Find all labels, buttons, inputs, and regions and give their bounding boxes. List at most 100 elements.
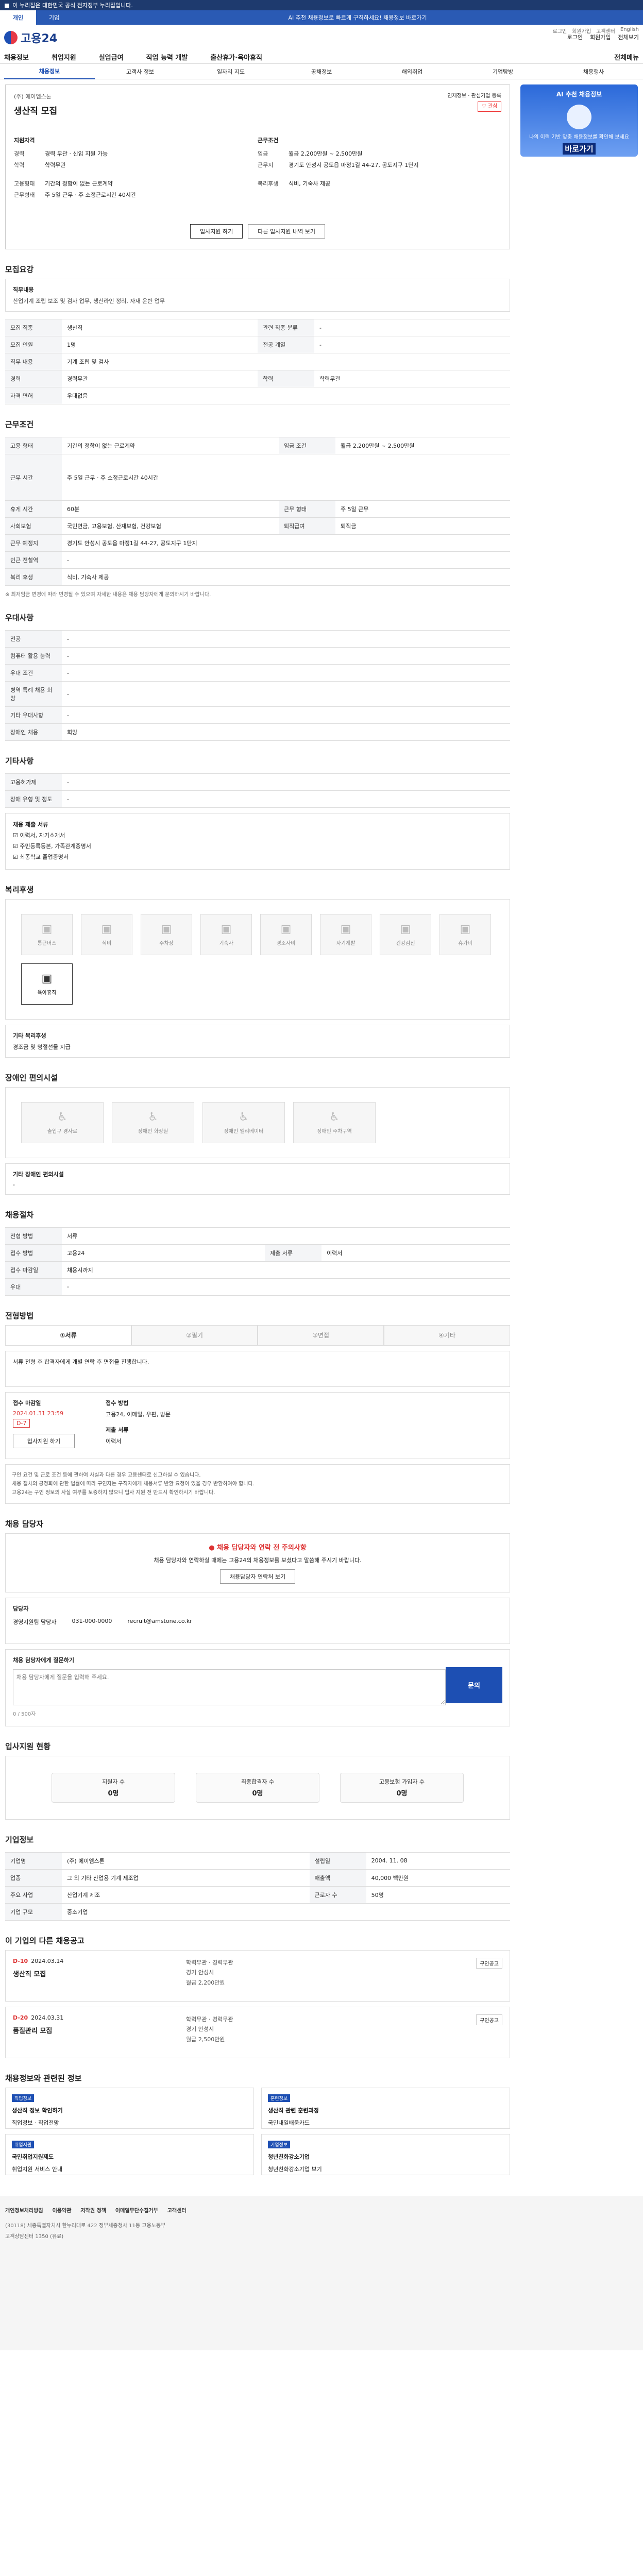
tab-etc[interactable]: ④ 기타	[384, 1325, 510, 1346]
vacation-icon: ▣	[460, 922, 471, 936]
related-sub: 청년친화강소기업 보기	[268, 2165, 322, 2173]
inquiry-submit-button[interactable]: 문의	[446, 1667, 502, 1703]
show-contact-button[interactable]: 채용담당자 연락처 보기	[219, 1569, 296, 1584]
cell-value: 기계 조립 및 검사	[62, 353, 510, 370]
subnav-item[interactable]: 채용정보	[4, 64, 95, 79]
tab-written[interactable]: ② 필기	[131, 1325, 258, 1346]
cell-key: 근로자 수	[309, 1886, 366, 1904]
notice-line: 채용 절차의 공정화에 관한 법률에 따라 구인자는 구직자에게 채용서류 반환…	[12, 1481, 255, 1487]
nav-item[interactable]: 출산휴가·육아휴직	[210, 52, 262, 62]
panel-label: 기타 복리후생	[13, 1032, 46, 1039]
tab-interview[interactable]: ③ 면접	[258, 1325, 384, 1346]
cell-key: 병역 특례 채용 희망	[5, 681, 62, 707]
related-card[interactable]: 직업정보 생산직 정보 확인하기 직업정보 · 직업전망	[5, 2087, 254, 2129]
meal-icon: ▣	[101, 922, 112, 936]
cell-value: 산업기계 제조	[62, 1886, 310, 1904]
warning-body: 채용 담당자와 연락하실 때에는 고용24의 채용정보를 보셨다고 말씀해 주시…	[154, 1556, 362, 1564]
apply-button[interactable]: 입사지원 하기	[190, 224, 243, 239]
welfare-section: 복리후생 ▣ 통근버스 ▣ 식비 ▣ 주차장 ▣ 기숙사 ▣ 경조사비 ▣ 자기계발 ▣ 건강…	[5, 884, 510, 1058]
welfare-label: 휴가비	[458, 940, 472, 946]
util-link[interactable]: 로그인	[553, 27, 567, 35]
signup-button[interactable]: 회원가입	[590, 33, 611, 41]
all-menu-button[interactable]: 전체보기	[618, 33, 639, 41]
kv-key: 근무지	[258, 162, 274, 168]
cell-key: 기업명	[5, 1852, 62, 1870]
nav-item[interactable]: 직업 능력 개발	[146, 52, 188, 62]
cell-value: -	[62, 630, 510, 648]
cell-key: 근무 형태	[278, 500, 335, 518]
apply-button-2[interactable]: 입사지원 하기	[13, 1433, 75, 1448]
facility-item: ♿ 장애인 엘리베이터	[202, 1101, 285, 1143]
tab-personal[interactable]: 개인	[0, 10, 36, 25]
contact-row: 경영지원팀 담당자 031-000-0000 recruit@amstone.c…	[13, 1618, 502, 1626]
promo-text[interactable]: AI 추천 채용정보로 빠르게 구직하세요! 채용정보 바로가기	[72, 13, 643, 22]
related-card[interactable]: 훈련정보 생산직 관련 훈련과정 국민내일배움카드	[261, 2087, 510, 2129]
hamburger-menu[interactable]: 전체메뉴	[614, 52, 639, 62]
company-name[interactable]: (주) 에이엠스톤	[14, 92, 501, 100]
char-count: 0 / 500자	[13, 1711, 36, 1717]
kv-key: 학력	[14, 162, 25, 168]
subnav-item[interactable]: 채용행사	[548, 67, 639, 76]
deadline-label: 접수 마감일	[13, 1399, 41, 1406]
subnav-item[interactable]: 해외취업	[367, 67, 458, 76]
cell-value: 서류	[62, 1227, 510, 1245]
card-date: 2024.03.31	[31, 2014, 64, 2021]
tab-company[interactable]: 기업	[36, 10, 72, 25]
cell-key: 모집 인원	[5, 336, 62, 353]
cell-key: 제출 서류	[265, 1244, 322, 1262]
related-badge: 훈련정보	[268, 2094, 291, 2102]
cell-key: 장애인 채용	[5, 723, 62, 741]
cell-value: 주 5일 근무 · 주 소정근로시간 40시간	[62, 454, 510, 501]
job-card[interactable]: D-20 2024.03.31 품질관리 모집 학력무관 · 경력무관 경기 안성시…	[5, 2006, 510, 2058]
main-nav: 채용정보 취업지원 실업급여 직업 능력 개발 출산휴가·육아휴직 전체메뉴	[0, 50, 643, 64]
welfare-item: ▣ 식비	[81, 913, 132, 955]
subnav-item[interactable]: 기업탐방	[458, 67, 548, 76]
subnav-item[interactable]: 공채정보	[276, 67, 367, 76]
nav-item[interactable]: 취업지원	[52, 52, 76, 62]
facility-label: 장애인 엘리베이터	[224, 1128, 264, 1134]
condition-section: 근무조건 고용 형태 기간의 정함이 없는 근로계약 임금 조건 월급 2,200만원…	[5, 419, 510, 598]
related-card[interactable]: 기업정보 청년친화강소기업 청년친화강소기업 보기	[261, 2133, 510, 2175]
welfare-item: ▣ 기숙사	[200, 913, 252, 955]
welfare-sub: 기타 복리후생 경조금 및 명절선물 지급	[5, 1024, 510, 1058]
table-row: 기업 규모 중소기업	[5, 1903, 510, 1921]
parking-icon: ▣	[161, 922, 172, 936]
card-tag: 구인공고	[476, 2014, 502, 2025]
table-row: 자격 면허 우대없음	[5, 387, 510, 404]
kv-value: 월급 2,200만원 ~ 2,500만원	[289, 150, 363, 157]
footer-link[interactable]: 개인정보처리방침	[5, 2206, 43, 2214]
site-logo[interactable]: 고용24	[4, 29, 57, 46]
summary-row: 근무지 경기도 안성시 공도읍 마정1길 44-27, 공도지구 1단지	[258, 161, 501, 169]
welfare-label: 경조사비	[276, 940, 296, 946]
job-card[interactable]: D-10 2024.03.14 생산직 모집 학력무관 · 경력무관 경기 안성시 월…	[5, 1950, 510, 2002]
cell-value: 국민연금, 고용보험, 산재보험, 건강보험	[62, 517, 279, 535]
subnav-item[interactable]: 고객사 정보	[95, 67, 185, 76]
login-button[interactable]: 로그인	[567, 33, 583, 41]
cell-value: 50명	[366, 1886, 510, 1904]
history-button[interactable]: 다른 입사지원 내역 보기	[248, 224, 325, 239]
table-row: 근무 예정지 경기도 안성시 공도읍 마정1길 44-27, 공도지구 1단지	[5, 534, 510, 552]
step-applicants: 지원자 수 0명	[52, 1772, 175, 1803]
contact-phone: 031-000-0000	[72, 1617, 112, 1624]
nav-item[interactable]: 채용정보	[4, 52, 29, 62]
heart-button[interactable]: ♡ 관심	[478, 101, 501, 112]
cell-value: -	[62, 706, 510, 724]
side-ad[interactable]: AI 추천 채용정보 나의 이력 기반 맞춤 채용정보를 확인해 보세요 바로가…	[520, 84, 638, 157]
inquiry-textarea[interactable]	[13, 1669, 446, 1705]
footer-link[interactable]: 이용약관	[53, 2206, 72, 2214]
contact-email[interactable]: recruit@amstone.co.kr	[127, 1618, 192, 1626]
related-card[interactable]: 취업지원 국민취업지원제도 취업지원 서비스 안내	[5, 2133, 254, 2175]
facility-item: ♿ 장애인 주차구역	[293, 1101, 376, 1143]
interest-link[interactable]: 인재정보 · 관심기업 등록	[447, 91, 501, 99]
nav-item[interactable]: 실업급여	[99, 52, 124, 62]
meta-line: 월급 2,500만원	[186, 2036, 225, 2043]
doc-text: 이력서, 자기소개서	[20, 832, 65, 839]
footer-link[interactable]: 저작권 정책	[80, 2206, 106, 2214]
subnav-item[interactable]: 일자리 지도	[185, 67, 276, 76]
footer-link[interactable]: 고객센터	[167, 2206, 187, 2214]
footer-link[interactable]: 이메일무단수집거부	[115, 2206, 158, 2214]
cell-key: 학력	[258, 370, 314, 387]
step-value: 0명	[108, 1790, 119, 1798]
tab-document[interactable]: ① 서류	[5, 1325, 131, 1346]
cell-value: 중소기업	[62, 1903, 510, 1921]
